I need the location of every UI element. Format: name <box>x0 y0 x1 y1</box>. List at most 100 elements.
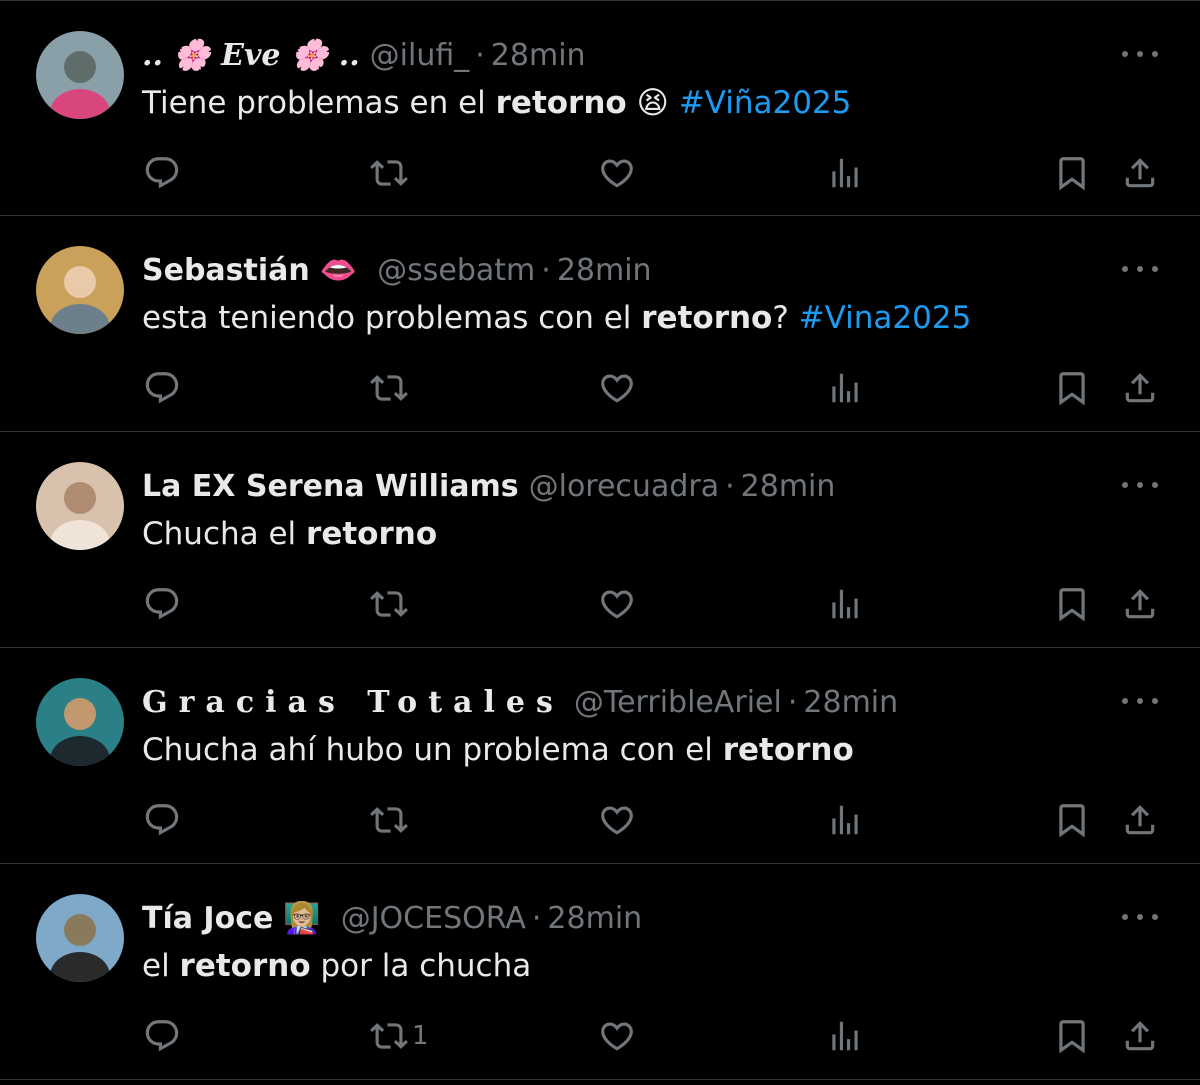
display-name[interactable]: Sebastián <box>142 253 310 288</box>
bookmark-icon <box>1059 588 1085 622</box>
retweet-button[interactable] <box>370 580 412 628</box>
views-button[interactable] <box>826 1012 864 1060</box>
avatar[interactable] <box>36 678 124 766</box>
views-button[interactable] <box>826 364 864 412</box>
retweet-icon <box>370 1023 408 1049</box>
tweet-text: Chucha el retorno <box>142 512 437 556</box>
avatar-image <box>36 462 124 550</box>
separator-dot: · <box>725 468 735 504</box>
tweet-4[interactable]: Gracias Totales @TerribleAriel · 28min C… <box>0 648 1200 864</box>
bookmark-button[interactable] <box>1053 364 1091 412</box>
highlighted-term: retorno <box>641 300 773 336</box>
avatar[interactable] <box>36 462 124 550</box>
like-button[interactable] <box>598 364 636 412</box>
reply-icon <box>145 372 179 404</box>
tweet-1[interactable]: .. 🌸 𝑬𝒗𝒆 🌸 .. @ilufi_ · 28min Tiene prob… <box>0 0 1200 216</box>
tweet-3[interactable]: La EX Serena Williams @lorecuadra · 28mi… <box>0 432 1200 648</box>
tweet-2[interactable]: Sebastián 👄 @ssebatm · 28min esta tenien… <box>0 216 1200 432</box>
views-button[interactable] <box>826 149 864 197</box>
tweet-header: Sebastián 👄 @ssebatm · 28min <box>142 248 652 292</box>
timestamp[interactable]: 28min <box>491 38 586 73</box>
display-name[interactable]: Gracias Totales <box>142 685 564 720</box>
user-handle[interactable]: @JOCESORA <box>341 901 526 936</box>
reply-button[interactable] <box>143 364 181 412</box>
views-icon <box>832 158 858 188</box>
more-icon[interactable] <box>1122 470 1158 500</box>
share-icon <box>1125 805 1155 835</box>
share-icon <box>1125 373 1155 403</box>
share-button[interactable] <box>1121 149 1159 197</box>
share-button[interactable] <box>1121 364 1159 412</box>
retweet-icon <box>370 375 408 401</box>
retweet-button[interactable] <box>370 796 412 844</box>
timestamp[interactable]: 28min <box>557 253 652 288</box>
share-button[interactable] <box>1121 580 1159 628</box>
share-button[interactable] <box>1121 1012 1159 1060</box>
share-button[interactable] <box>1121 796 1159 844</box>
hashtag-link[interactable]: #Viña2025 <box>679 85 852 121</box>
like-icon <box>601 159 633 188</box>
tweet-header: Gracias Totales @TerribleAriel · 28min <box>142 680 898 724</box>
text-segment: el <box>142 948 180 984</box>
display-name[interactable]: Tía Joce <box>142 901 273 936</box>
timestamp[interactable]: 28min <box>547 901 642 936</box>
action-bar <box>0 580 1200 628</box>
reply-button[interactable] <box>143 796 181 844</box>
tweet-5[interactable]: Tía Joce 👩🏼‍🏫 @JOCESORA · 28min el retor… <box>0 864 1200 1080</box>
text-segment: ? <box>772 300 799 336</box>
avatar[interactable] <box>36 246 124 334</box>
reply-icon <box>145 1020 179 1052</box>
user-handle[interactable]: @ssebatm <box>377 253 535 288</box>
reply-button[interactable] <box>143 149 181 197</box>
views-icon <box>832 1021 858 1051</box>
tweet-text: Chucha ahí hubo un problema con el retor… <box>142 728 854 772</box>
highlighted-term: retorno <box>306 516 438 552</box>
views-button[interactable] <box>826 796 864 844</box>
more-icon[interactable] <box>1122 686 1158 716</box>
tweet-text: el retorno por la chucha <box>142 944 531 988</box>
retweet-icon <box>370 160 408 186</box>
views-button[interactable] <box>826 580 864 628</box>
name-emoji: 👄 <box>319 252 358 288</box>
like-button[interactable] <box>598 580 636 628</box>
retweet-count: 1 <box>412 1021 429 1051</box>
hashtag-link[interactable]: #Vina2025 <box>799 300 972 336</box>
separator-dot: · <box>787 684 798 720</box>
bookmark-icon <box>1059 804 1085 838</box>
more-icon[interactable] <box>1122 902 1158 932</box>
like-button[interactable] <box>598 149 636 197</box>
user-handle[interactable]: @TerribleAriel <box>574 685 782 720</box>
retweet-icon <box>370 591 408 617</box>
action-bar <box>0 364 1200 412</box>
bookmark-button[interactable] <box>1053 149 1091 197</box>
display-name[interactable]: La EX Serena Williams <box>142 469 519 504</box>
timeline-feed: .. 🌸 𝑬𝒗𝒆 🌸 .. @ilufi_ · 28min Tiene prob… <box>0 0 1200 1085</box>
retweet-button[interactable]: 1 <box>370 1012 429 1060</box>
bookmark-button[interactable] <box>1053 580 1091 628</box>
timestamp[interactable]: 28min <box>803 685 898 720</box>
like-button[interactable] <box>598 796 636 844</box>
separator-dot: · <box>531 900 542 936</box>
reply-button[interactable] <box>143 580 181 628</box>
avatar-image <box>36 246 124 334</box>
share-icon <box>1125 1021 1155 1051</box>
avatar-image <box>36 894 124 982</box>
tweet-header: Tía Joce 👩🏼‍🏫 @JOCESORA · 28min <box>142 896 642 940</box>
bookmark-icon <box>1059 157 1085 191</box>
bookmark-button[interactable] <box>1053 796 1091 844</box>
display-name[interactable]: .. 🌸 𝑬𝒗𝒆 🌸 .. <box>142 38 360 73</box>
highlighted-term: retorno <box>179 948 311 984</box>
more-icon[interactable] <box>1122 39 1158 69</box>
avatar[interactable] <box>36 31 124 119</box>
user-handle[interactable]: @ilufi_ <box>370 38 470 73</box>
avatar[interactable] <box>36 894 124 982</box>
reply-button[interactable] <box>143 1012 181 1060</box>
retweet-button[interactable] <box>370 149 412 197</box>
user-handle[interactable]: @lorecuadra <box>529 469 719 504</box>
bookmark-button[interactable] <box>1053 1012 1091 1060</box>
like-button[interactable] <box>598 1012 636 1060</box>
reply-icon <box>145 588 179 620</box>
retweet-button[interactable] <box>370 364 412 412</box>
timestamp[interactable]: 28min <box>741 469 836 504</box>
more-icon[interactable] <box>1122 254 1158 284</box>
